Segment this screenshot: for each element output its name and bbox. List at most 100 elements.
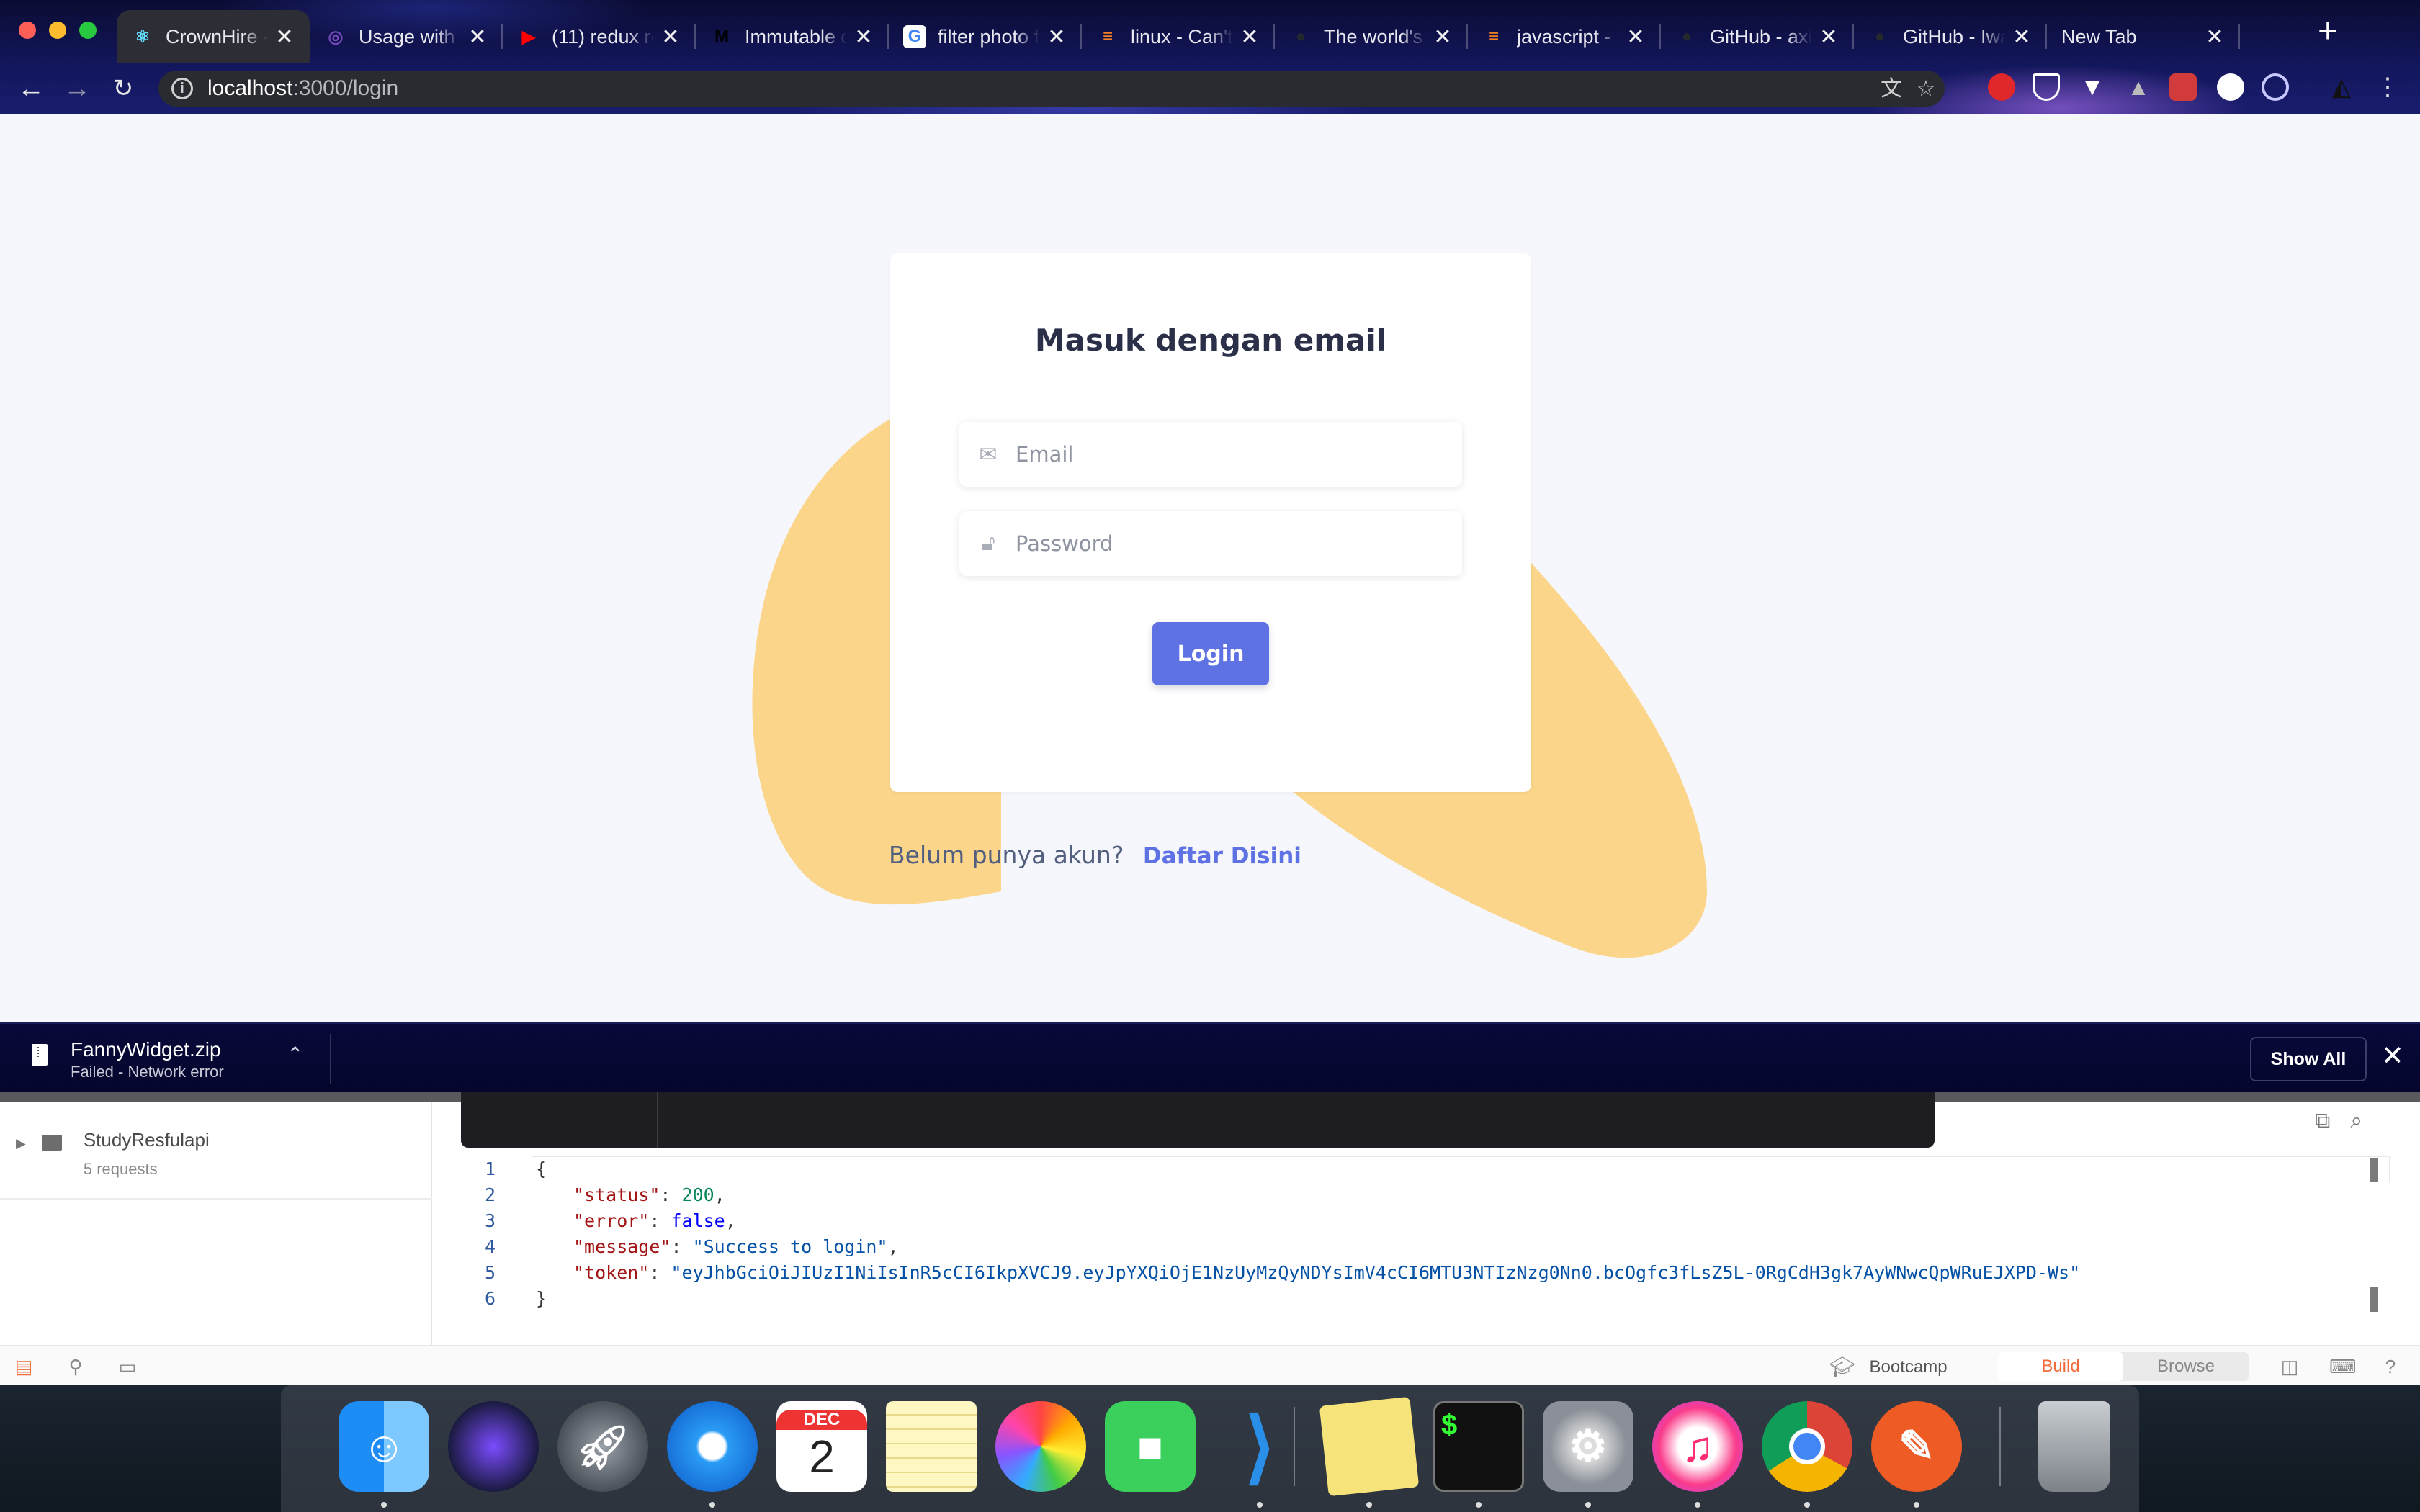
sidebar-toggle-icon[interactable]: ▤: [13, 1356, 35, 1377]
launchpad-icon[interactable]: 🚀︎: [557, 1401, 648, 1492]
mode-switch: Build Browse: [1998, 1352, 2249, 1381]
caret-right-icon[interactable]: ▶: [16, 1136, 26, 1151]
tab-title: The world's l: [1324, 25, 1426, 48]
terminal-icon[interactable]: $: [1433, 1401, 1524, 1492]
music-icon[interactable]: ♫: [1652, 1401, 1743, 1492]
chrome-menu-icon[interactable]: ⋮: [2374, 73, 2401, 101]
postman-window: ⧉ ⌕ ▶ StudyResfulapi 5 requests 1{2 "stat…: [0, 1092, 2420, 1385]
tab-close-icon[interactable]: ✕: [1818, 24, 1839, 50]
browser-tab[interactable]: New Tab ✕: [2047, 10, 2240, 63]
browser-tab[interactable]: ≡ javascript - E ✕: [1468, 10, 1661, 63]
vue-devtools-extension-icon[interactable]: [2033, 73, 2060, 101]
calendar-month: DEC: [776, 1410, 867, 1430]
help-icon[interactable]: ?: [2380, 1356, 2401, 1377]
bookmark-star-icon[interactable]: ☆: [1914, 78, 1937, 101]
extension-icon[interactable]: [2169, 73, 2197, 101]
safari-icon[interactable]: [667, 1401, 758, 1492]
search-icon[interactable]: ⌕: [2350, 1109, 2362, 1133]
url-text[interactable]: localhost:3000/login: [207, 76, 398, 101]
vpn-extension-icon[interactable]: ▼: [2079, 73, 2106, 101]
find-icon[interactable]: ⚲: [65, 1356, 86, 1377]
build-tab[interactable]: Build: [1998, 1352, 2123, 1381]
tab-close-icon[interactable]: ✕: [467, 24, 488, 50]
password-input[interactable]: [1016, 531, 1419, 556]
notes-icon[interactable]: [886, 1401, 977, 1492]
postman-icon[interactable]: ✎: [1871, 1401, 1962, 1492]
tab-close-icon[interactable]: ✕: [660, 24, 681, 50]
tab-close-icon[interactable]: ✕: [1625, 24, 1646, 50]
address-bar[interactable]: i localhost:3000/login 文 ☆: [158, 71, 1945, 107]
window-controls: [19, 22, 97, 39]
password-field[interactable]: 🔓︎: [959, 511, 1462, 576]
folder-icon: [41, 1135, 62, 1151]
browser-tab[interactable]: ● GitHub - Iwa ✕: [1854, 10, 2047, 63]
keyboard-icon[interactable]: ⌨: [2329, 1356, 2357, 1377]
close-icon[interactable]: ✕: [2381, 1040, 2404, 1072]
browser-tab[interactable]: ≡ linux - Can't ✕: [1082, 10, 1275, 63]
fullscreen-window-button[interactable]: [79, 22, 97, 39]
browse-tab[interactable]: Browse: [2123, 1352, 2249, 1381]
browser-tab[interactable]: ⚛ CrownHire - ✕: [117, 10, 310, 63]
json-comma: ,: [887, 1236, 899, 1257]
calendar-icon[interactable]: DEC 2: [776, 1401, 867, 1492]
finder-icon[interactable]: ☺: [339, 1401, 429, 1492]
download-item[interactable]: FannyWidget.zip Failed - Network error: [32, 1038, 224, 1081]
browser-tab[interactable]: ▶ (11) redux re ✕: [503, 10, 696, 63]
reload-button[interactable]: ↻: [105, 71, 141, 107]
back-button[interactable]: ←: [13, 71, 49, 107]
browser-tab[interactable]: M Immutable d ✕: [696, 10, 889, 63]
new-tab-button[interactable]: +: [2312, 14, 2344, 49]
account-icon[interactable]: ◭: [2328, 73, 2355, 101]
facetime-icon[interactable]: ■: [1105, 1401, 1196, 1492]
code-line: 3 "error": false,: [447, 1208, 736, 1234]
browser-tab[interactable]: Gfilter photo fo ✕: [889, 10, 1082, 63]
email-field[interactable]: ✉: [959, 422, 1462, 487]
adblock-extension-icon[interactable]: [1988, 73, 2015, 101]
tab-close-icon[interactable]: ✕: [2204, 24, 2226, 50]
browser-tab[interactable]: ● The world's l ✕: [1275, 10, 1468, 63]
tab-close-icon[interactable]: ✕: [274, 24, 295, 50]
copy-icon[interactable]: ⧉: [2315, 1109, 2330, 1133]
json-key: "token": [573, 1262, 650, 1283]
tab-close-icon[interactable]: ✕: [1432, 24, 1453, 50]
trash-icon[interactable]: [2038, 1401, 2110, 1492]
chrome-icon[interactable]: [1762, 1401, 1852, 1492]
browser-tab[interactable]: ◎ Usage with R ✕: [310, 10, 503, 63]
translate-icon[interactable]: 文: [1880, 78, 1903, 101]
collection-item[interactable]: ▶ StudyResfulapi 5 requests: [16, 1129, 210, 1179]
scrollbar-thumb[interactable]: [2370, 1287, 2378, 1312]
profile-extension-icon[interactable]: [2217, 73, 2244, 101]
running-indicator: [1804, 1502, 1810, 1508]
chevron-up-icon[interactable]: ⌃: [287, 1043, 303, 1066]
tab-close-icon[interactable]: ✕: [1239, 24, 1260, 50]
close-window-button[interactable]: [19, 22, 36, 39]
vscode-icon[interactable]: ⟩: [1214, 1401, 1305, 1492]
photos-icon[interactable]: [995, 1401, 1086, 1492]
system-preferences-icon[interactable]: ⚙: [1543, 1401, 1634, 1492]
scrollbar-thumb[interactable]: [2370, 1158, 2378, 1182]
show-all-button[interactable]: Show All: [2250, 1037, 2367, 1081]
browser-tab[interactable]: ● GitHub - axio ✕: [1661, 10, 1854, 63]
two-pane-icon[interactable]: ◫: [2279, 1356, 2300, 1377]
target-extension-icon[interactable]: [2262, 73, 2289, 101]
login-button[interactable]: Login: [1152, 622, 1269, 685]
site-info-icon[interactable]: i: [171, 78, 193, 99]
tab-close-icon[interactable]: ✕: [853, 24, 874, 50]
bootcamp-button[interactable]: 🎓︎ Bootcamp: [1829, 1355, 1948, 1379]
running-indicator: [381, 1502, 387, 1508]
response-body[interactable]: 1{2 "status": 200, 3 "error": false, 4 "messa…: [447, 1156, 2391, 1329]
tab-close-icon[interactable]: ✕: [1046, 24, 1067, 50]
drive-extension-icon[interactable]: ▲: [2125, 73, 2152, 101]
signup-link[interactable]: Daftar Disini: [1143, 843, 1301, 869]
console-icon[interactable]: ▭: [117, 1356, 138, 1377]
siri-icon[interactable]: [448, 1401, 539, 1492]
stickies-icon[interactable]: [1319, 1396, 1420, 1497]
tab-close-icon[interactable]: ✕: [2011, 24, 2033, 50]
code-line: 1{: [447, 1156, 547, 1182]
dock-separator: [1294, 1407, 1295, 1486]
google-icon: G: [903, 25, 926, 48]
minimize-window-button[interactable]: [49, 22, 66, 39]
email-input[interactable]: [1016, 442, 1419, 467]
tab-title: javascript - E: [1517, 25, 1619, 48]
forward-button[interactable]: →: [59, 71, 95, 107]
